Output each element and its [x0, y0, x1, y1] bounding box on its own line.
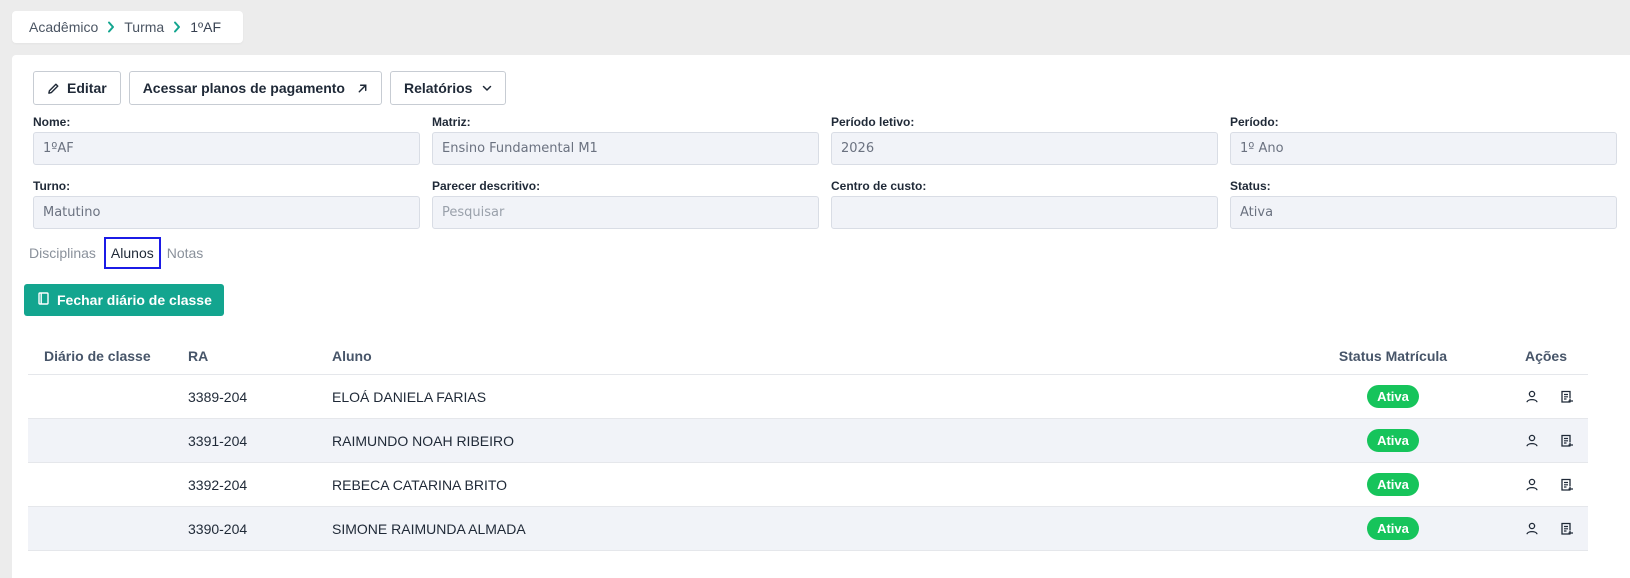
chevron-right-icon — [173, 21, 181, 33]
status-badge: Ativa — [1367, 385, 1419, 408]
tab-alunos[interactable]: Alunos — [103, 237, 161, 269]
class-details-form: Nome: 1ºAF Matriz: Ensino Fundamental M1… — [33, 114, 1628, 242]
report-document-icon[interactable] — [1560, 390, 1574, 404]
cell-acoes — [1496, 522, 1588, 536]
cell-aluno: ELOÁ DANIELA FARIAS — [332, 388, 487, 405]
toolbar: Editar Acessar planos de pagamento Relat… — [33, 71, 507, 105]
cell-acoes — [1496, 478, 1588, 492]
payment-plans-button[interactable]: Acessar planos de pagamento — [128, 71, 382, 105]
parecer-descritivo-search-input[interactable]: Pesquisar — [432, 196, 819, 229]
breadcrumb-item-current: 1ºAF — [190, 19, 221, 35]
column-header-acoes: Ações — [1524, 348, 1568, 364]
cell-aluno: REBECA CATARINA BRITO — [332, 476, 508, 493]
students-table: Diário de classe RA Aluno Status Matrícu… — [28, 338, 1588, 551]
report-document-icon[interactable] — [1560, 434, 1574, 448]
field-status: Status: Ativa — [1230, 178, 1617, 242]
chevron-right-icon — [107, 21, 115, 33]
field-label: Centro de custo: — [831, 179, 927, 193]
user-icon[interactable] — [1526, 434, 1538, 448]
field-parecer-descritivo: Parecer descritivo: Pesquisar — [432, 178, 819, 242]
breadcrumb: Acadêmico Turma 1ºAF — [12, 11, 243, 43]
tab-notas[interactable]: Notas — [167, 245, 204, 261]
pencil-icon — [47, 82, 60, 95]
edit-button[interactable]: Editar — [33, 71, 121, 105]
edit-button-label: Editar — [67, 80, 107, 96]
status-badge: Ativa — [1367, 473, 1419, 496]
field-label: Nome: — [33, 115, 71, 129]
table-row: 3391-204 RAIMUNDO NOAH RIBEIRO Ativa — [28, 419, 1588, 463]
nome-input[interactable]: 1ºAF — [33, 132, 420, 165]
column-header-ra[interactable]: RA — [188, 348, 332, 364]
column-header-status[interactable]: Status Matrícula — [1318, 348, 1468, 364]
user-icon[interactable] — [1526, 522, 1538, 536]
reports-button-label: Relatórios — [403, 80, 473, 96]
cell-acoes — [1496, 390, 1588, 404]
field-label: Parecer descritivo: — [432, 179, 541, 193]
user-icon[interactable] — [1526, 478, 1538, 492]
field-periodo: Período: 1º Ano — [1230, 114, 1617, 178]
report-document-icon[interactable] — [1560, 522, 1574, 536]
status-badge: Ativa — [1367, 429, 1419, 452]
table-row: 3389-204 ELOÁ DANIELA FARIAS Ativa — [28, 375, 1588, 419]
field-label: Período: — [1230, 115, 1279, 129]
cell-ra: 3390-204 — [188, 520, 248, 537]
matriz-input[interactable]: Ensino Fundamental M1 — [432, 132, 819, 165]
cell-aluno: SIMONE RAIMUNDA ALMADA — [332, 520, 526, 537]
cell-status: Ativa — [1318, 517, 1468, 540]
periodo-input[interactable]: 1º Ano — [1230, 132, 1617, 165]
column-header-aluno[interactable]: Aluno — [332, 348, 1318, 364]
payment-plans-button-label: Acessar planos de pagamento — [142, 80, 345, 96]
cell-status: Ativa — [1318, 385, 1468, 408]
tab-disciplinas[interactable]: Disciplinas — [29, 245, 96, 261]
table-row: 3392-204 REBECA CATARINA BRITO Ativa — [28, 463, 1588, 507]
report-document-icon[interactable] — [1560, 478, 1574, 492]
reports-dropdown-button[interactable]: Relatórios — [389, 71, 507, 105]
field-centro-de-custo: Centro de custo: — [831, 178, 1218, 242]
centro-de-custo-input[interactable] — [831, 196, 1218, 229]
turno-input[interactable]: Matutino — [33, 196, 420, 229]
cell-status: Ativa — [1318, 429, 1468, 452]
status-input[interactable]: Ativa — [1230, 196, 1617, 229]
cell-status: Ativa — [1318, 473, 1468, 496]
cell-aluno: RAIMUNDO NOAH RIBEIRO — [332, 432, 515, 449]
table-row: 3390-204 SIMONE RAIMUNDA ALMADA Ativa — [28, 507, 1588, 551]
table-header: Diário de classe RA Aluno Status Matrícu… — [28, 338, 1588, 375]
field-label: Status: — [1230, 179, 1271, 193]
field-periodo-letivo: Período letivo: 2026 — [831, 114, 1218, 178]
cell-ra: 3389-204 — [188, 388, 248, 405]
main-panel: Editar Acessar planos de pagamento Relat… — [12, 55, 1630, 578]
breadcrumb-item-turma[interactable]: Turma — [124, 19, 164, 35]
close-class-diary-button[interactable]: Fechar diário de classe — [24, 284, 224, 316]
book-icon — [38, 292, 49, 308]
field-matriz: Matriz: Ensino Fundamental M1 — [432, 114, 819, 178]
field-label: Turno: — [33, 179, 71, 193]
cell-acoes — [1496, 434, 1588, 448]
cell-ra: 3392-204 — [188, 476, 248, 493]
external-link-arrow-icon — [357, 83, 368, 94]
breadcrumb-item-academico[interactable]: Acadêmico — [29, 19, 98, 35]
column-header-diario[interactable]: Diário de classe — [28, 348, 188, 364]
tab-bar: Disciplinas Alunos Notas — [29, 237, 203, 269]
user-icon[interactable] — [1526, 390, 1538, 404]
cell-ra: 3391-204 — [188, 432, 248, 449]
field-nome: Nome: 1ºAF — [33, 114, 420, 178]
status-badge: Ativa — [1367, 517, 1419, 540]
chevron-down-icon — [482, 85, 492, 92]
field-label: Período letivo: — [831, 115, 915, 129]
periodo-letivo-input[interactable]: 2026 — [831, 132, 1218, 165]
field-label: Matriz: — [432, 115, 471, 129]
close-class-diary-label: Fechar diário de classe — [57, 292, 212, 308]
field-turno: Turno: Matutino — [33, 178, 420, 242]
